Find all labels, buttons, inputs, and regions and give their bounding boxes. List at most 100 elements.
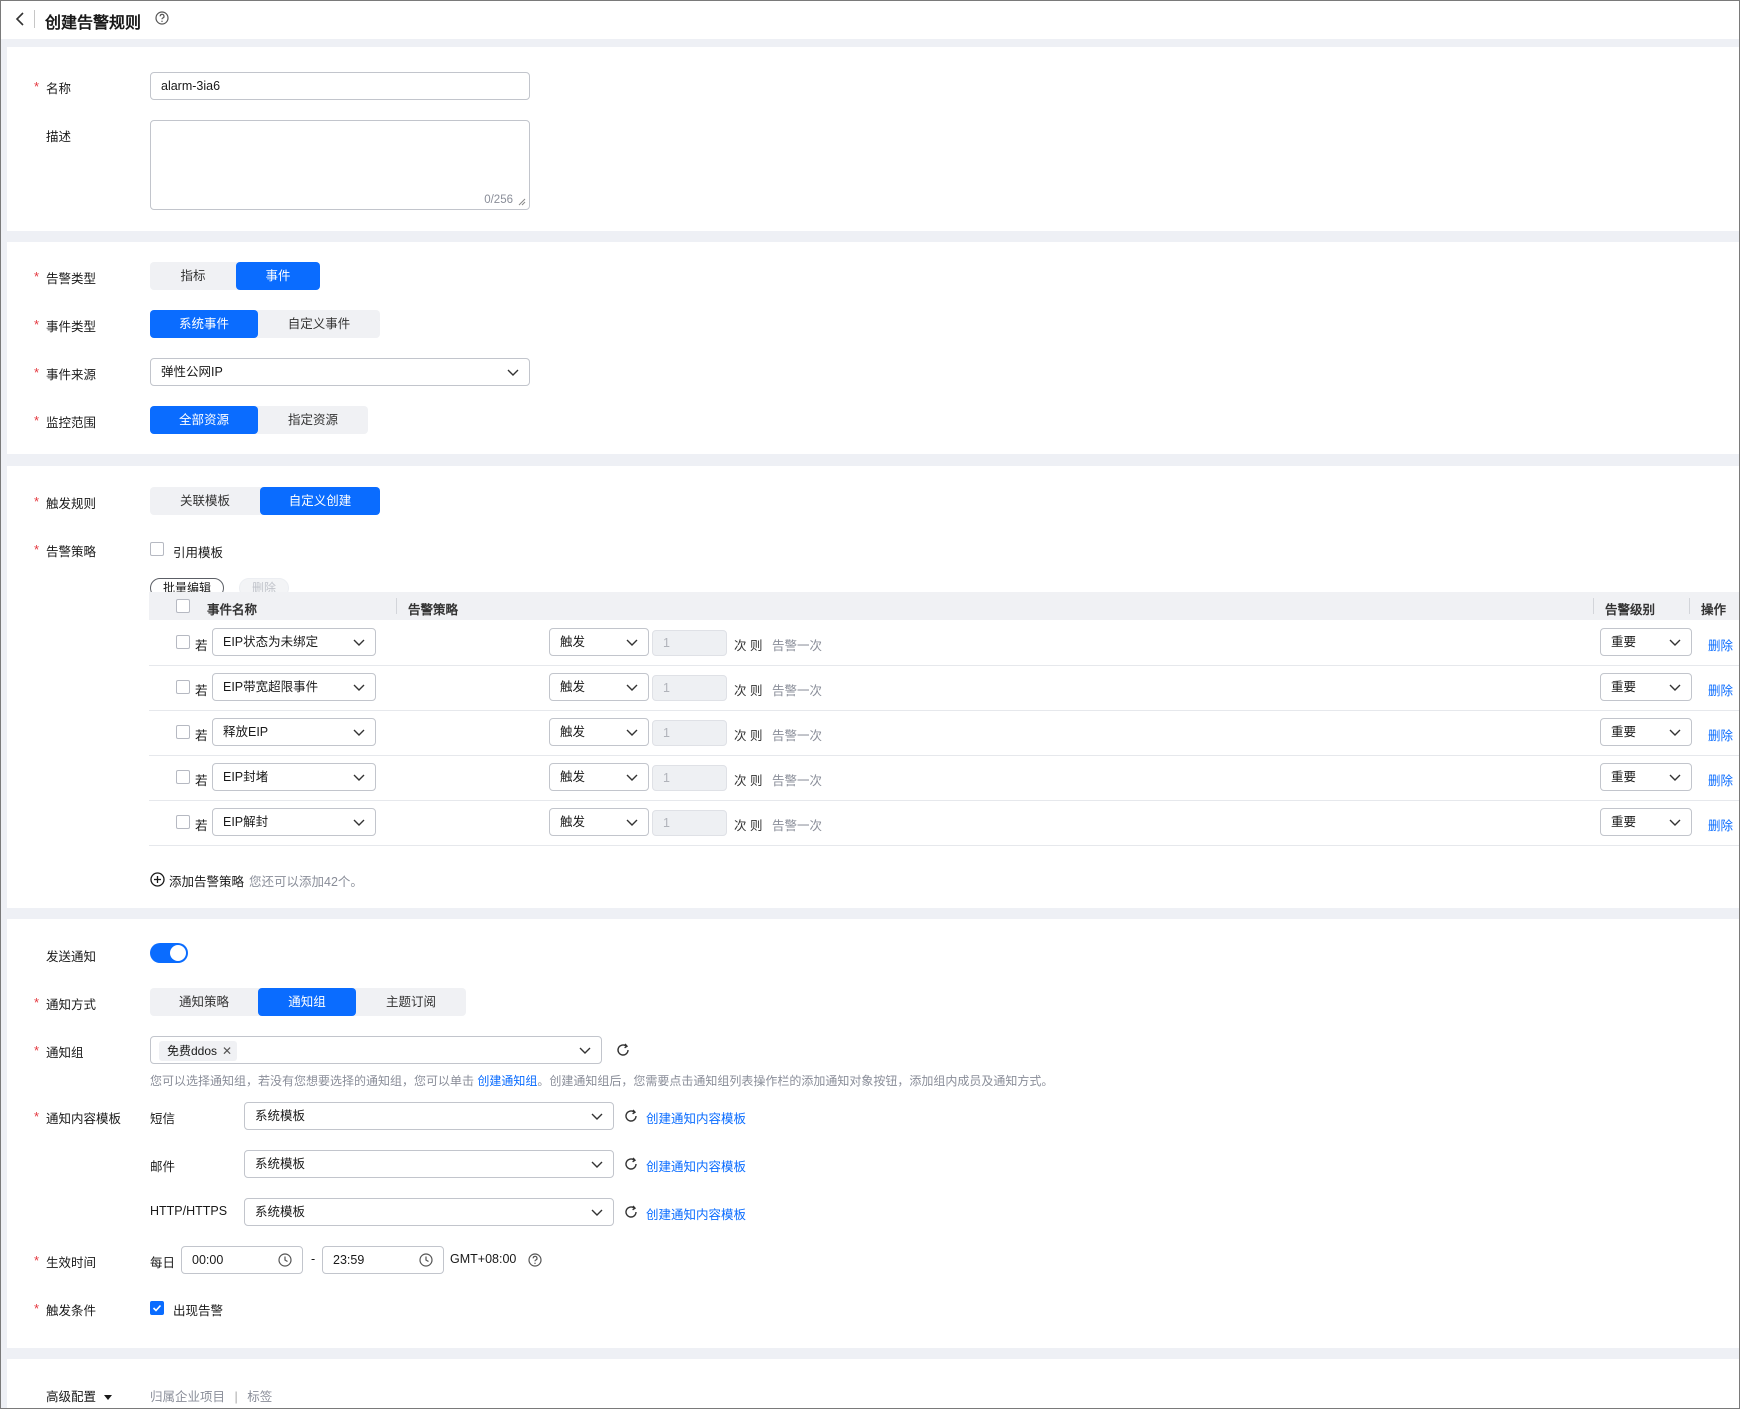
- resize-handle-icon[interactable]: [518, 198, 526, 206]
- trigger-select[interactable]: 触发: [549, 808, 649, 836]
- alarm-type-event[interactable]: 事件: [236, 262, 320, 290]
- hint-text-after: 。创建通知组后，您需要点击通知组列表操作栏的添加通知对象按钮，添加组内成员及通知…: [537, 1074, 1054, 1088]
- refresh-icon[interactable]: [624, 1205, 638, 1219]
- alarm-once-text: 告警一次: [772, 774, 823, 788]
- count-input[interactable]: 1: [652, 675, 727, 701]
- http-template-value: 系统模板: [255, 1205, 306, 1219]
- row-checkbox[interactable]: [176, 680, 190, 694]
- event-type-system[interactable]: 系统事件: [150, 310, 258, 338]
- trigger-value: 触发: [560, 770, 586, 784]
- email-template-select[interactable]: 系统模板: [244, 1150, 614, 1178]
- send-notification-toggle[interactable]: [150, 943, 188, 963]
- trigger-select[interactable]: 触发: [549, 718, 649, 746]
- chevron-down-icon: [1669, 729, 1681, 736]
- count-input[interactable]: 1: [652, 630, 727, 656]
- create-email-template-link[interactable]: 创建通知内容模板: [646, 1156, 746, 1175]
- use-template-checkbox[interactable]: [150, 542, 164, 556]
- event-type-custom[interactable]: 自定义事件: [258, 310, 380, 338]
- event-source-value: 弹性公网IP: [161, 365, 223, 379]
- http-template-select[interactable]: 系统模板: [244, 1198, 614, 1226]
- event-name-select[interactable]: EIP封堵: [212, 763, 376, 791]
- trigger-rule-custom[interactable]: 自定义创建: [260, 487, 380, 515]
- alarm-level-select[interactable]: 重要: [1600, 673, 1692, 701]
- col-alarm-level: 告警级别: [1605, 603, 1656, 617]
- sms-template-value: 系统模板: [255, 1109, 306, 1123]
- scope-specific-resources[interactable]: 指定资源: [258, 406, 368, 434]
- description-textarea[interactable]: 0/256: [150, 120, 530, 210]
- row-delete-link[interactable]: 删除: [1708, 635, 1733, 654]
- trigger-select[interactable]: 触发: [549, 763, 649, 791]
- hint-text-before: 您可以选择通知组，若没有您想要选择的通知组，您可以单击: [150, 1074, 475, 1088]
- event-name-value: 释放EIP: [223, 725, 269, 739]
- notify-group-select[interactable]: 免费ddos ✕: [150, 1036, 602, 1064]
- start-time-value: 00:00: [192, 1253, 224, 1267]
- count-input[interactable]: 1: [652, 720, 727, 746]
- alarm-level-select[interactable]: 重要: [1600, 763, 1692, 791]
- event-name-select[interactable]: EIP解封: [212, 808, 376, 836]
- row-delete-link[interactable]: 删除: [1708, 680, 1733, 699]
- refresh-icon[interactable]: [624, 1109, 638, 1123]
- method-notify-group[interactable]: 通知组: [258, 988, 356, 1016]
- name-input[interactable]: alarm-3ia6: [150, 72, 530, 100]
- alarm-level-select[interactable]: 重要: [1600, 718, 1692, 746]
- alarm-occurs-label: 出现告警: [173, 1304, 224, 1318]
- notify-method-switch: 通知策略 通知组 主题订阅: [150, 988, 466, 1016]
- alarm-once-text: 告警一次: [772, 819, 823, 833]
- refresh-icon[interactable]: [616, 1043, 630, 1057]
- select-all-checkbox[interactable]: [176, 599, 190, 613]
- template-channel-http: HTTP/HTTPS: [150, 1204, 228, 1218]
- back-arrow-icon[interactable]: [13, 9, 29, 29]
- chevron-down-icon: [626, 729, 638, 736]
- event-source-select[interactable]: 弹性公网IP: [150, 358, 530, 386]
- create-sms-template-link[interactable]: 创建通知内容模板: [646, 1108, 746, 1127]
- trigger-select[interactable]: 触发: [549, 628, 649, 656]
- times-then-text: 次 则: [734, 819, 763, 833]
- alarm-level-select[interactable]: 重要: [1600, 628, 1692, 656]
- row-delete-link[interactable]: 删除: [1708, 815, 1733, 834]
- sms-template-select[interactable]: 系统模板: [244, 1102, 614, 1130]
- alarm-occurs-checkbox[interactable]: [150, 1301, 164, 1315]
- advanced-config-toggle[interactable]: 高级配置: [46, 1386, 112, 1405]
- tag-close-icon[interactable]: ✕: [222, 1041, 232, 1061]
- create-notify-group-link[interactable]: 创建通知组: [477, 1074, 537, 1088]
- count-input[interactable]: 1: [652, 810, 727, 836]
- event-name-select[interactable]: EIP带宽超限事件: [212, 673, 376, 701]
- alarm-type-metric[interactable]: 指标: [150, 262, 236, 290]
- method-topic-subscription[interactable]: 主题订阅: [356, 988, 466, 1016]
- scope-all-resources[interactable]: 全部资源: [150, 406, 258, 434]
- row-checkbox[interactable]: [176, 815, 190, 829]
- chevron-down-icon: [1669, 774, 1681, 781]
- row-checkbox[interactable]: [176, 725, 190, 739]
- row-delete-link[interactable]: 删除: [1708, 770, 1733, 789]
- help-icon[interactable]: [155, 11, 169, 25]
- add-policy-label: 添加告警策略: [169, 875, 245, 889]
- description-label: 描述: [46, 130, 72, 144]
- row-checkbox[interactable]: [176, 635, 190, 649]
- if-text: 若: [195, 729, 208, 743]
- enterprise-project-text: 归属企业项目: [150, 1390, 226, 1404]
- refresh-icon[interactable]: [624, 1157, 638, 1171]
- advanced-summary: 归属企业项目 | 标签: [150, 1386, 272, 1405]
- help-icon[interactable]: [528, 1253, 542, 1267]
- trigger-rule-template[interactable]: 关联模板: [150, 487, 260, 515]
- row-delete-link[interactable]: 删除: [1708, 725, 1733, 744]
- trigger-condition-label: 触发条件: [34, 1300, 96, 1319]
- method-notify-policy[interactable]: 通知策略: [150, 988, 258, 1016]
- effective-time-label: 生效时间: [34, 1252, 96, 1271]
- start-time-input[interactable]: 00:00: [181, 1246, 303, 1274]
- alarm-level-select[interactable]: 重要: [1600, 808, 1692, 836]
- chevron-down-icon: [579, 1047, 591, 1054]
- notify-group-tag: 免费ddos ✕: [159, 1041, 238, 1061]
- end-time-input[interactable]: 23:59: [322, 1246, 444, 1274]
- create-http-template-link[interactable]: 创建通知内容模板: [646, 1204, 746, 1223]
- row-checkbox[interactable]: [176, 770, 190, 784]
- event-name-select[interactable]: EIP状态为未绑定: [212, 628, 376, 656]
- table-row: 若 EIP状态为未绑定 触发 1 次 则 告警一次 重要 删除: [149, 620, 1739, 666]
- end-time-value: 23:59: [333, 1253, 365, 1267]
- alarm-level-value: 重要: [1611, 815, 1637, 829]
- chevron-down-icon: [626, 774, 638, 781]
- event-name-select[interactable]: 释放EIP: [212, 718, 376, 746]
- monitor-scope-switch: 全部资源 指定资源: [150, 406, 368, 434]
- count-input[interactable]: 1: [652, 765, 727, 791]
- trigger-select[interactable]: 触发: [549, 673, 649, 701]
